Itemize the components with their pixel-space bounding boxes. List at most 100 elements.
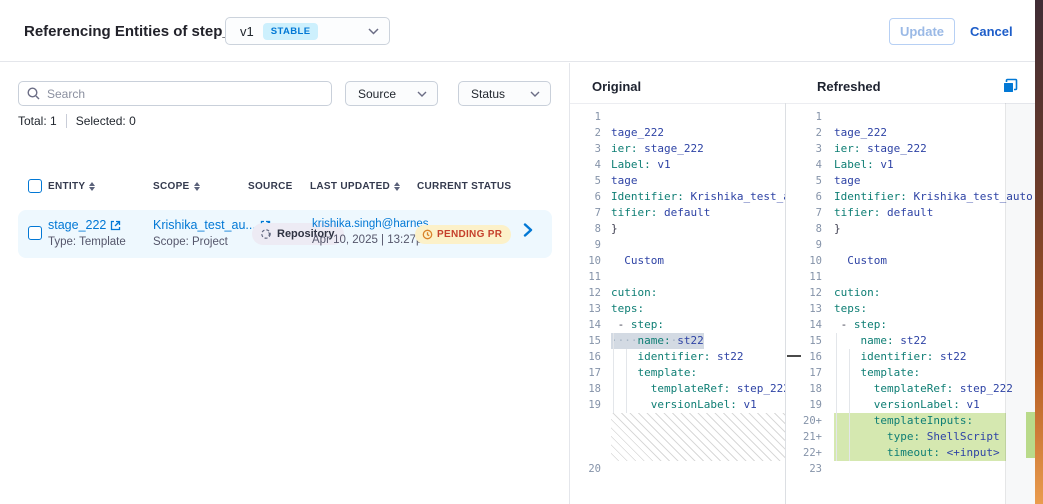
table-row[interactable]: stage_222 Type: Template Krishika_test_a…	[18, 210, 552, 258]
code-line: 20	[570, 461, 785, 477]
code-line: 20+ templateInputs:	[793, 413, 1035, 429]
stable-badge: STABLE	[263, 23, 319, 40]
version-value: v1	[240, 24, 254, 39]
status-badge: PENDING PR	[415, 225, 511, 244]
code-line: 3ier: stage_222	[570, 141, 785, 157]
code-line: 13teps:	[793, 301, 1035, 317]
selected-count: Selected: 0	[76, 114, 136, 128]
code-line: 13teps:	[570, 301, 785, 317]
code-line: 11	[793, 269, 1035, 285]
code-line: 9	[570, 237, 785, 253]
code-line: 15····name:·st22	[570, 333, 785, 349]
repository-icon	[260, 228, 272, 240]
indent-guide	[849, 349, 850, 461]
code-line: 5tage	[570, 173, 785, 189]
code-line: 18 templateRef: step_222	[793, 381, 1035, 397]
line-number: 8	[570, 221, 603, 237]
line-number: 18	[570, 381, 603, 397]
overview-added-marker	[1026, 412, 1035, 458]
refreshed-editor[interactable]: 12tage_2223ier: stage_2224Label: v15tage…	[793, 103, 1035, 504]
original-editor[interactable]: 12tage_2223ier: stage_2224Label: v15tage…	[570, 103, 786, 504]
cancel-button[interactable]: Cancel	[964, 18, 1019, 45]
divider	[66, 114, 67, 128]
line-number: 1	[793, 109, 824, 125]
total-count: Total: 1	[18, 114, 57, 128]
sort-icon[interactable]	[394, 182, 400, 191]
code-line: 14 - step:	[570, 317, 785, 333]
search-icon	[27, 87, 40, 100]
code-line: 4Label: v1	[570, 157, 785, 173]
diff-sash-handle[interactable]	[787, 355, 801, 357]
diff-placeholder-hatch	[611, 413, 785, 461]
line-number: 7	[570, 205, 603, 221]
line-number: 6	[570, 189, 603, 205]
entity-type: Type: Template	[48, 236, 126, 248]
select-all-checkbox[interactable]	[28, 179, 42, 193]
line-number: 15	[570, 333, 603, 349]
column-entity: ENTITY	[48, 181, 95, 192]
search-input[interactable]	[47, 87, 323, 101]
chevron-down-icon	[368, 28, 379, 35]
line-number: 12	[793, 285, 824, 301]
line-number: 20+	[793, 413, 824, 429]
line-number: 17	[570, 365, 603, 381]
code-line: 2tage_222	[793, 125, 1035, 141]
line-number: 2	[793, 125, 824, 141]
row-checkbox[interactable]	[28, 226, 42, 240]
original-pane-title: Original	[592, 79, 641, 94]
code-line: 23	[793, 461, 1035, 477]
line-number: 3	[793, 141, 824, 157]
external-link-icon[interactable]	[110, 220, 121, 231]
code-line: 10 Custom	[793, 253, 1035, 269]
line-number: 10	[793, 253, 824, 269]
copy-icon[interactable]	[1002, 78, 1018, 94]
code-line: 19 versionLabel: v1	[793, 397, 1035, 413]
version-select[interactable]: v1 STABLE	[225, 17, 390, 45]
sort-icon[interactable]	[89, 182, 95, 191]
column-source: SOURCE	[248, 181, 293, 192]
code-line: 16 identifier: st22	[793, 349, 1035, 365]
line-number: 16	[793, 349, 824, 365]
code-line: 10 Custom	[570, 253, 785, 269]
entity-link[interactable]: stage_222	[48, 218, 106, 232]
line-number: 9	[793, 237, 824, 253]
line-number: 6	[793, 189, 824, 205]
diff-panel: Original Refreshed 12tage_2223ier: stage…	[570, 63, 1035, 504]
code-line: 22+ timeout: <+input>	[793, 445, 1035, 461]
search-box	[18, 81, 332, 106]
code-line: 4Label: v1	[793, 157, 1035, 173]
code-line: 12cution:	[570, 285, 785, 301]
scope-link[interactable]: Krishika_test_au...	[153, 218, 256, 232]
code-line: 1	[793, 109, 1035, 125]
code-line: 19 versionLabel: v1	[570, 397, 785, 413]
code-line: 6Identifier: Krishika_test_auto	[793, 189, 1035, 205]
entities-panel: Source Status Total: 1 Selected: 0 ENTIT…	[0, 63, 570, 504]
line-number: 12	[570, 285, 603, 301]
status-filter[interactable]: Status	[458, 81, 551, 106]
sort-icon[interactable]	[194, 182, 200, 191]
code-line: 2tage_222	[570, 125, 785, 141]
line-number: 19	[793, 397, 824, 413]
page-title: Referencing Entities of step_222	[24, 23, 256, 40]
line-number: 4	[570, 157, 603, 173]
entity-cell: stage_222 Type: Template	[48, 218, 126, 248]
line-number: 16	[570, 349, 603, 365]
code-line: 6Identifier: Krishika_test_auto	[570, 189, 785, 205]
line-number: 21+	[793, 429, 824, 445]
modal-header: Referencing Entities of step_222 v1 STAB…	[0, 0, 1035, 62]
code-line: 5tage	[793, 173, 1035, 189]
line-number: 22+	[793, 445, 824, 461]
refreshed-pane-title: Refreshed	[817, 79, 881, 94]
line-number: 1	[570, 109, 603, 125]
line-number: 13	[570, 301, 603, 317]
line-number: 18	[793, 381, 824, 397]
code-line: 17 template:	[570, 365, 785, 381]
update-button[interactable]: Update	[889, 18, 955, 45]
line-number: 14	[570, 317, 603, 333]
code-line: 14 - step:	[793, 317, 1035, 333]
chevron-right-icon[interactable]	[523, 223, 533, 237]
line-number: 14	[793, 317, 824, 333]
source-filter[interactable]: Source	[345, 81, 438, 106]
code-line: 3ier: stage_222	[793, 141, 1035, 157]
line-number: 3	[570, 141, 603, 157]
